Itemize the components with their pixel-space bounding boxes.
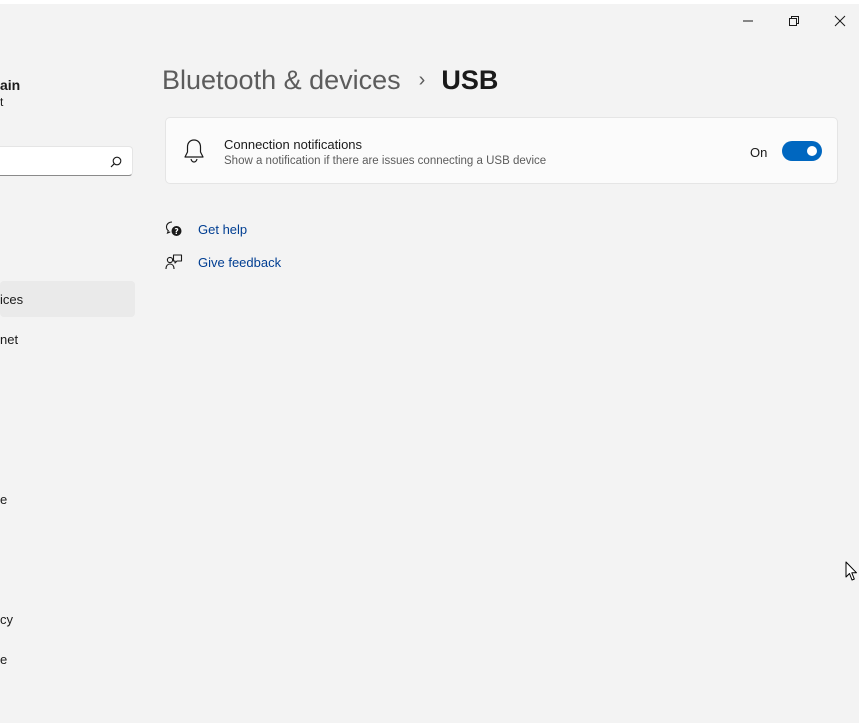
give-feedback-label[interactable]: Give feedback <box>198 255 281 270</box>
bell-icon <box>183 138 205 169</box>
sidebar-item-windows-update[interactable]: e <box>0 641 135 677</box>
sidebar-item-label: cy <box>0 611 13 627</box>
mouse-pointer-icon <box>845 561 858 587</box>
toggle-state-label: On <box>750 145 768 160</box>
sidebar-item-time-language[interactable]: e <box>0 481 135 517</box>
page-title: USB <box>441 64 499 95</box>
connection-notifications-card: Connection notifications Show a notifica… <box>165 117 838 184</box>
restore-icon <box>789 16 799 26</box>
svg-text:?: ? <box>174 227 178 236</box>
title-bar-strip <box>0 0 859 4</box>
sidebar-item-network-internet[interactable]: net <box>0 321 135 357</box>
user-account-type: t <box>0 95 4 109</box>
restore-button[interactable] <box>771 6 817 36</box>
sidebar-item-label: net <box>0 331 19 347</box>
toggle-knob <box>807 146 817 156</box>
breadcrumb-parent-link[interactable]: Bluetooth & devices <box>162 65 401 96</box>
breadcrumb: Bluetooth & devices › USB <box>162 62 498 98</box>
close-icon <box>834 15 846 27</box>
get-help-link[interactable]: ? Get help <box>165 219 247 239</box>
chevron-right-icon: › <box>418 68 426 91</box>
setting-description: Show a notification if there are issues … <box>224 155 547 167</box>
give-feedback-link[interactable]: Give feedback <box>165 252 281 272</box>
user-name: ain <box>0 77 21 93</box>
minimize-icon <box>743 20 753 22</box>
setting-title: Connection notifications <box>224 137 363 152</box>
get-help-label[interactable]: Get help <box>198 222 247 237</box>
sidebar-item-privacy-security[interactable]: cy <box>0 601 135 637</box>
help-chat-icon: ? <box>165 220 183 238</box>
search-icon <box>110 155 122 173</box>
minimize-button[interactable] <box>725 6 771 36</box>
search-input[interactable] <box>0 146 133 176</box>
sidebar-item-label: ices <box>0 291 24 307</box>
sidebar-item-label: e <box>0 651 8 667</box>
sidebar-item-bluetooth-devices[interactable]: ices <box>0 281 135 317</box>
sidebar-item-label: e <box>0 491 8 507</box>
feedback-icon <box>165 253 183 271</box>
connection-notifications-toggle[interactable] <box>782 141 822 161</box>
close-button[interactable] <box>817 6 859 36</box>
